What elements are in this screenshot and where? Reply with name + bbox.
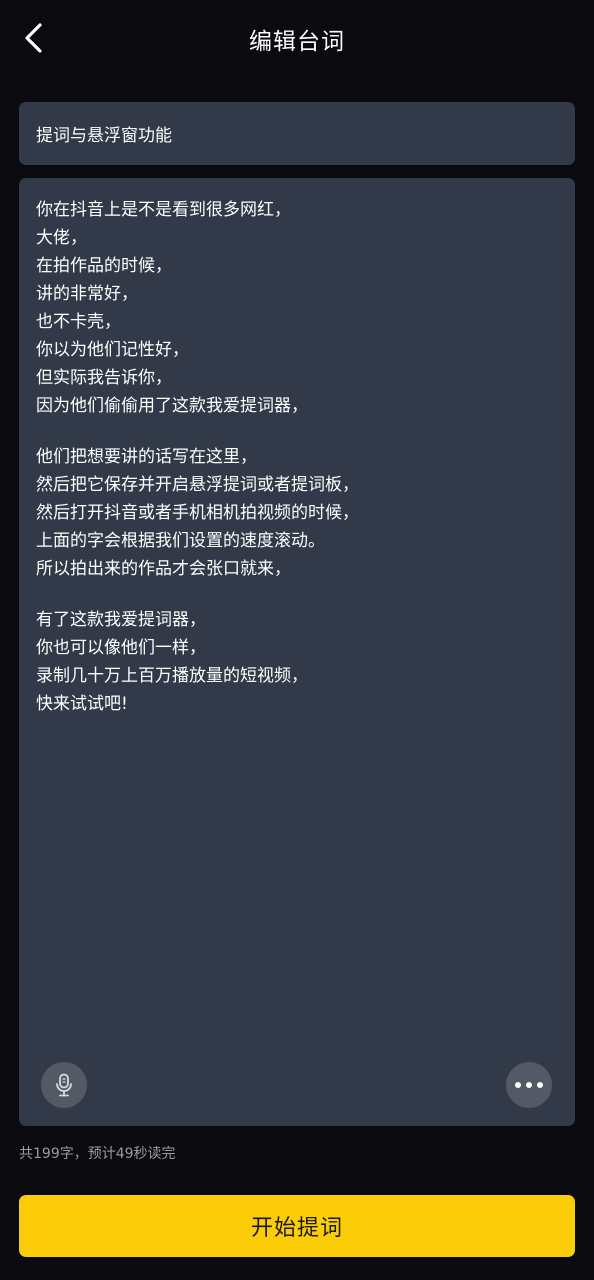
script-line: 也不卡壳， xyxy=(36,312,121,332)
more-horizontal-icon xyxy=(513,1082,546,1088)
script-line: 但实际我告诉你， xyxy=(36,368,172,388)
script-line: 有了这款我爱提词器， xyxy=(36,610,206,630)
script-paragraph: 你在抖音上是不是看到很多网红， 大佬， 在拍作品的时候， 讲的非常好， 也不卡壳… xyxy=(36,196,558,420)
edit-script-screen: 编辑台词 你在抖音上是不是看到很多网红， 大佬， 在拍作品的时候， 讲的非常好，… xyxy=(0,0,594,1280)
top-bar: 编辑台词 xyxy=(0,0,594,76)
script-line: 快来试试吧! xyxy=(36,694,128,714)
voice-input-button[interactable] xyxy=(41,1062,87,1108)
script-title-field[interactable] xyxy=(19,102,575,165)
script-text-area[interactable]: 你在抖音上是不是看到很多网红， 大佬， 在拍作品的时候， 讲的非常好， 也不卡壳… xyxy=(36,196,558,1056)
script-line: 你在抖音上是不是看到很多网红， xyxy=(36,200,291,220)
script-line: 在拍作品的时候， xyxy=(36,256,172,276)
page-title: 编辑台词 xyxy=(249,29,345,55)
script-editor[interactable]: 你在抖音上是不是看到很多网红， 大佬， 在拍作品的时候， 讲的非常好， 也不卡壳… xyxy=(19,178,575,1126)
script-line: 你以为他们记性好， xyxy=(36,340,189,360)
more-options-button[interactable] xyxy=(506,1062,552,1108)
script-paragraph: 有了这款我爱提词器， 你也可以像他们一样， 录制几十万上百万播放量的短视频， 快… xyxy=(36,606,558,718)
script-line: 所以拍出来的作品才会张口就来， xyxy=(36,559,291,579)
script-line: 大佬， xyxy=(36,228,87,248)
script-paragraph: 他们把想要讲的话写在这里， 然后把它保存并开启悬浮提词或者提词板， 然后打开抖音… xyxy=(36,443,558,583)
script-line: 因为他们偷偷用了这款我爱提词器， xyxy=(36,396,308,416)
script-line: 他们把想要讲的话写在这里， xyxy=(36,447,257,467)
script-line: 录制几十万上百万播放量的短视频， xyxy=(36,666,308,686)
microphone-icon xyxy=(56,1073,72,1097)
word-count-estimate: 共199字，预计49秒读完 xyxy=(19,1146,176,1162)
script-title-input[interactable] xyxy=(36,123,558,144)
script-line: 你也可以像他们一样， xyxy=(36,638,206,658)
script-line: 然后打开抖音或者手机相机拍视频的时候， xyxy=(36,503,359,523)
script-line: 上面的字会根据我们设置的速度滚动。 xyxy=(36,531,325,551)
script-line: 然后把它保存并开启悬浮提词或者提词板， xyxy=(36,475,359,495)
script-line: 讲的非常好， xyxy=(36,284,138,304)
start-prompter-button[interactable]: 开始提词 xyxy=(19,1195,575,1257)
